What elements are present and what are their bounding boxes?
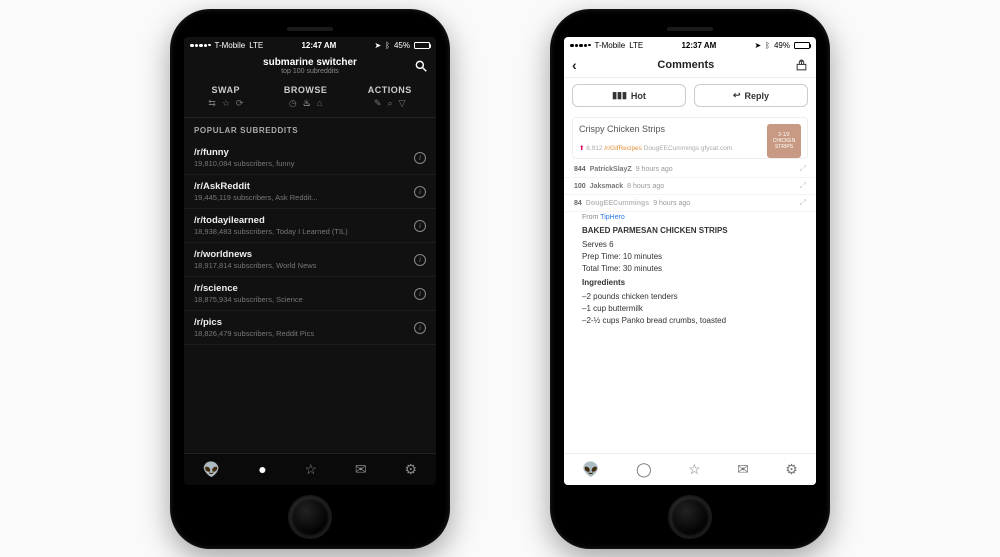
phone-right: T-Mobile LTE 12:37 AM ➤ ᛒ 49% ‹ Comments… [550, 9, 830, 549]
header: submarine switcher top 100 subreddits [184, 53, 436, 79]
expand-icon[interactable]: ⤢ [800, 198, 806, 208]
carrier: T-Mobile [595, 41, 626, 50]
nav-mail-icon[interactable]: ✉ [355, 461, 367, 478]
action-tabs: SWAP ⇆ ☆ ⟳ BROWSE ◷ ♨ ⌂ ACTIONS ✎ [184, 79, 436, 118]
section-header: POPULAR SUBREDDITS [184, 118, 436, 141]
battery-pct: 49% [774, 41, 790, 50]
source-link[interactable]: TipHero [600, 214, 625, 221]
nav-star-icon[interactable]: ☆ [305, 461, 318, 478]
bluetooth-icon: ᛒ [765, 41, 770, 50]
home-icon[interactable]: ⌂ [317, 98, 322, 109]
random-icon[interactable]: ⟳ [236, 98, 244, 109]
nav-alien-icon[interactable]: 👽 [203, 461, 220, 478]
sort-hot-button[interactable]: ▮▮▮ Hot [572, 84, 686, 107]
shuffle-icon[interactable]: ⇆ [208, 98, 216, 109]
list-item[interactable]: /r/worldnews18,917,814 subscribers, Worl… [184, 243, 436, 277]
header-title: submarine switcher [184, 57, 436, 68]
recipe-title: BAKED PARMESAN CHICKEN STRIPS [582, 226, 806, 235]
status-bar: T-Mobile LTE 12:47 AM ➤ ᛒ 45% [184, 37, 436, 53]
comment-row[interactable]: 100 Jaksmack 8 hours ago ⤢ [564, 178, 816, 195]
location-icon: ➤ [374, 41, 381, 50]
battery-icon [794, 42, 810, 49]
reply-arrow-icon: ↩ [733, 90, 741, 101]
header: ‹ Comments [564, 53, 816, 78]
info-icon[interactable]: i [414, 254, 426, 266]
location-icon: ➤ [754, 41, 761, 50]
back-button[interactable]: ‹ [572, 57, 577, 73]
expand-icon[interactable]: ⤢ [800, 181, 806, 191]
tab-actions[interactable]: ACTIONS ✎ ⌕ ▽ [368, 85, 412, 109]
battery-icon [414, 42, 430, 49]
tab-browse[interactable]: BROWSE ◷ ♨ ⌂ [284, 85, 328, 109]
ingredients-header: Ingredients [582, 278, 806, 287]
signal-dots-icon [570, 44, 591, 48]
network: LTE [629, 41, 643, 50]
tab-swap[interactable]: SWAP ⇆ ☆ ⟳ [208, 85, 243, 109]
post-thumbnail[interactable]: 2-1/2 CHICKEN STRIPS [767, 124, 801, 158]
nav-star-icon[interactable]: ☆ [688, 461, 701, 478]
comment-row[interactable]: 844 PatrickSlayZ 9 hours ago ⤢ [564, 161, 816, 178]
search-small-icon[interactable]: ⌕ [388, 98, 393, 109]
flame-icon[interactable]: ♨ [303, 98, 311, 109]
share-icon[interactable] [795, 59, 808, 72]
compose-icon[interactable]: ✎ [374, 98, 382, 109]
nav-gear-icon[interactable]: ⚙ [405, 461, 418, 478]
status-bar: T-Mobile LTE 12:37 AM ➤ ᛒ 49% [564, 37, 816, 53]
filter-icon[interactable]: ▽ [399, 98, 406, 109]
home-button[interactable] [288, 495, 332, 539]
bottom-nav: 👽 ◯ ☆ ✉ ⚙ [564, 453, 816, 485]
header-subtitle: top 100 subreddits [184, 68, 436, 75]
bluetooth-icon: ᛒ [385, 41, 390, 50]
nav-alien-icon[interactable]: 👽 [582, 461, 599, 478]
nav-gear-icon[interactable]: ⚙ [785, 461, 798, 478]
info-icon[interactable]: i [414, 186, 426, 198]
list-item[interactable]: /r/todayilearned18,938,483 subscribers, … [184, 209, 436, 243]
signal-dots-icon [190, 44, 211, 48]
post-card[interactable]: Crispy Chicken Strips 2-1/2 CHICKEN STRI… [572, 117, 808, 159]
bars-icon: ▮▮▮ [612, 90, 627, 101]
carrier: T-Mobile [215, 41, 246, 50]
phone-speaker [667, 27, 713, 32]
screen-left: T-Mobile LTE 12:47 AM ➤ ᛒ 45% submarine … [184, 37, 436, 484]
phone-speaker [287, 27, 333, 32]
network: LTE [249, 41, 263, 50]
info-icon[interactable]: i [414, 288, 426, 300]
list-item[interactable]: /r/funny19,810,084 subscribers, funnyi [184, 141, 436, 175]
comment-row[interactable]: 84 DougEECummings 9 hours ago ⤢ [564, 195, 816, 212]
screen-right: T-Mobile LTE 12:37 AM ➤ ᛒ 49% ‹ Comments… [564, 37, 816, 484]
clock: 12:47 AM [301, 41, 336, 50]
clock: 12:37 AM [681, 41, 716, 50]
info-icon[interactable]: i [414, 220, 426, 232]
upvote-icon[interactable]: ⬆ [579, 145, 584, 152]
list-item[interactable]: /r/pics18,826,479 subscribers, Reddit Pi… [184, 311, 436, 345]
bottom-nav: 👽 ● ☆ ✉ ⚙ [184, 453, 436, 485]
expand-icon[interactable]: ⤢ [800, 164, 806, 174]
search-icon[interactable] [414, 59, 428, 73]
reply-button[interactable]: ↩ Reply [694, 84, 808, 107]
info-icon[interactable]: i [414, 322, 426, 334]
subreddit-list[interactable]: /r/funny19,810,084 subscribers, funnyi /… [184, 141, 436, 452]
info-icon[interactable]: i [414, 152, 426, 164]
button-row: ▮▮▮ Hot ↩ Reply [564, 78, 816, 113]
list-item[interactable]: /r/AskReddit19,445,119 subscribers, Ask … [184, 175, 436, 209]
nav-circle-icon[interactable]: ● [258, 461, 266, 477]
home-button[interactable] [668, 495, 712, 539]
nav-circle-icon[interactable]: ◯ [636, 461, 652, 478]
header-title: Comments [657, 59, 714, 71]
star-icon[interactable]: ☆ [222, 98, 230, 109]
clock-icon[interactable]: ◷ [289, 98, 297, 109]
comment-body: From TipHero BAKED PARMESAN CHICKEN STRI… [564, 212, 816, 334]
nav-mail-icon[interactable]: ✉ [737, 461, 749, 478]
phone-left: T-Mobile LTE 12:47 AM ➤ ᛒ 45% submarine … [170, 9, 450, 549]
list-item[interactable]: /r/science18,875,934 subscribers, Scienc… [184, 277, 436, 311]
battery-pct: 45% [394, 41, 410, 50]
